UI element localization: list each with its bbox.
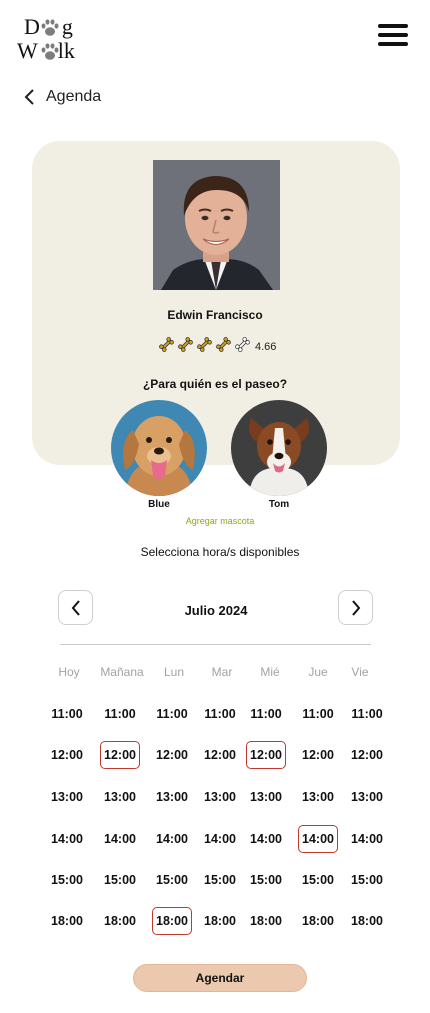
bone-filled-icon (216, 336, 231, 352)
time-slot[interactable]: 18:00 (347, 907, 387, 935)
time-slot[interactable]: 13:00 (347, 783, 387, 811)
chevron-left-icon (24, 89, 34, 105)
time-slot[interactable]: 12:00 (246, 741, 286, 769)
walker-photo (153, 160, 280, 290)
day-label: Vie (351, 665, 369, 679)
time-slot[interactable]: 14:00 (100, 825, 140, 853)
time-slot[interactable]: 12:00 (347, 741, 387, 769)
time-slot[interactable]: 14:00 (152, 825, 192, 853)
logo-letter-d: D (24, 14, 40, 39)
time-slot[interactable]: 12:00 (152, 741, 192, 769)
time-slot[interactable]: 18:00 (47, 907, 87, 935)
time-slot[interactable]: 11:00 (200, 700, 240, 728)
time-slot[interactable]: 11:00 (298, 700, 338, 728)
dog-tom-image (231, 400, 327, 496)
bone-empty-icon (235, 336, 250, 352)
time-slot[interactable]: 14:00 (246, 825, 286, 853)
time-slot[interactable]: 13:00 (298, 783, 338, 811)
menu-icon-bar (378, 24, 408, 28)
walker-rating: 4.66 (158, 335, 276, 353)
logo-letters-lk: lk (57, 38, 75, 63)
add-pet-link[interactable]: Agregar mascota (0, 516, 430, 526)
time-slot[interactable]: 11:00 (47, 700, 87, 728)
schedule-button[interactable]: Agendar (133, 964, 307, 992)
walker-avatar-image (153, 160, 280, 290)
time-slot[interactable]: 18:00 (152, 907, 192, 935)
menu-button[interactable] (378, 24, 408, 48)
calendar-divider (60, 644, 371, 645)
logo-letter-w: W (17, 38, 38, 63)
time-slot[interactable]: 12:00 (200, 741, 240, 769)
pet-photo-blue (111, 400, 207, 496)
pet-name-tom: Tom (268, 499, 290, 510)
time-slot[interactable]: 15:00 (152, 866, 192, 894)
time-slot[interactable]: 15:00 (47, 866, 87, 894)
dog-blue-image (111, 400, 207, 496)
time-slot[interactable]: 13:00 (200, 783, 240, 811)
time-slot[interactable]: 11:00 (100, 700, 140, 728)
paw-icon (41, 19, 59, 36)
pet-name-blue: Blue (148, 499, 170, 510)
time-slot[interactable]: 13:00 (100, 783, 140, 811)
time-slot[interactable]: 15:00 (347, 866, 387, 894)
time-slot[interactable]: 12:00 (298, 741, 338, 769)
menu-icon-bar (378, 33, 408, 37)
time-slot[interactable]: 13:00 (152, 783, 192, 811)
time-slot[interactable]: 18:00 (246, 907, 286, 935)
time-slot[interactable]: 13:00 (47, 783, 87, 811)
bone-filled-icon (197, 336, 212, 352)
time-slot[interactable]: 13:00 (246, 783, 286, 811)
time-slot[interactable]: 15:00 (200, 866, 240, 894)
time-slot[interactable]: 12:00 (100, 741, 140, 769)
bone-filled-icon (178, 336, 193, 352)
time-slot[interactable]: 14:00 (298, 825, 338, 853)
time-slot[interactable]: 15:00 (246, 866, 286, 894)
menu-icon-bar (378, 42, 408, 46)
time-slot[interactable]: 18:00 (100, 907, 140, 935)
time-slot[interactable]: 18:00 (200, 907, 240, 935)
time-slot[interactable]: 12:00 (47, 741, 87, 769)
day-label: Mañana (100, 665, 144, 679)
back-button[interactable]: Agenda (22, 88, 101, 106)
day-label: Hoy (58, 665, 80, 679)
time-slot[interactable]: 11:00 (347, 700, 387, 728)
time-slot[interactable]: 18:00 (298, 907, 338, 935)
walker-name: Edwin Francisco (167, 308, 263, 322)
time-slot[interactable]: 11:00 (152, 700, 192, 728)
chevron-right-icon (351, 599, 360, 616)
time-slot[interactable]: 14:00 (47, 825, 87, 853)
time-slot[interactable]: 14:00 (200, 825, 240, 853)
time-slot[interactable]: 11:00 (246, 700, 286, 728)
logo-letter-g: g (61, 14, 73, 39)
pet-photo-tom (231, 400, 327, 496)
time-slot[interactable]: 14:00 (347, 825, 387, 853)
time-slot[interactable]: 15:00 (100, 866, 140, 894)
bone-filled-icon (159, 336, 174, 352)
pet-option-tom[interactable]: Tom (231, 400, 327, 510)
paw-icon (41, 43, 59, 60)
back-label: Agenda (46, 88, 102, 105)
pet-question: ¿Para quién es el paseo? (142, 377, 288, 391)
pet-option-blue[interactable]: Blue (111, 400, 207, 510)
select-hours-instruction: Selecciona hora/s disponibles (140, 545, 300, 559)
rating-value: 4.66 (255, 341, 277, 353)
dogwalk-logo[interactable]: Dg Wlk (16, 12, 88, 64)
next-month-button[interactable] (338, 590, 373, 625)
time-slot[interactable]: 15:00 (298, 866, 338, 894)
